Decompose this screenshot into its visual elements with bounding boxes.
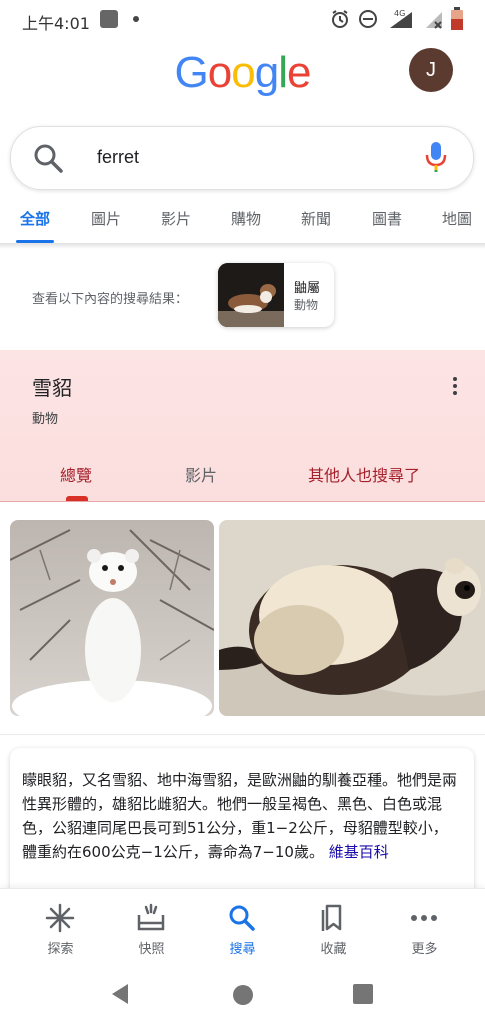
- wikipedia-link[interactable]: 維基百科: [329, 843, 389, 861]
- nav-discover-label: 探索: [47, 942, 74, 957]
- search-icon[interactable]: [33, 143, 63, 173]
- tab-books[interactable]: 圖書: [372, 208, 402, 229]
- bottom-navigation: 探索 快照 搜尋 收藏 更多: [0, 888, 485, 967]
- network-type-label: 4G: [394, 9, 405, 18]
- status-time: 上午4:01: [22, 14, 90, 33]
- ferret-image-white[interactable]: [10, 520, 214, 716]
- notification-app-icon: [100, 10, 118, 28]
- entity-chip[interactable]: 鼬屬 動物: [218, 263, 334, 327]
- status-bar: 上午4:01 4G: [0, 0, 485, 40]
- nav-discover[interactable]: 探索: [12, 889, 109, 967]
- notification-dot-icon: [133, 16, 139, 22]
- tab-all[interactable]: 全部: [20, 208, 50, 229]
- kp-tab-videos[interactable]: 影片: [185, 462, 217, 486]
- nav-more[interactable]: 更多: [376, 889, 473, 967]
- recent-apps-icon[interactable]: [352, 983, 374, 1005]
- description-body: 矇眼貂，又名雪貂、地中海雪貂，是歐洲鼬的馴養亞種。牠們是兩性異形體的，雄貂比雌貂…: [22, 771, 458, 861]
- battery-icon: [451, 7, 463, 30]
- see-results-label: 查看以下內容的搜尋結果：: [32, 292, 189, 307]
- search-icon: [229, 905, 255, 931]
- more-options-icon[interactable]: [446, 374, 464, 396]
- nav-snapshot[interactable]: 快照: [103, 889, 200, 967]
- entity-thumbnail: [218, 263, 284, 327]
- more-horizontal-icon: [411, 915, 437, 921]
- kp-tab-overview[interactable]: 總覽: [60, 462, 92, 486]
- nav-search-label: 搜尋: [229, 942, 256, 957]
- nav-snapshot-label: 快照: [138, 942, 165, 957]
- nav-collections-label: 收藏: [320, 942, 347, 957]
- section-divider: [0, 734, 485, 735]
- knowledge-panel-title: 雪貂: [32, 376, 72, 400]
- kp-divider: [0, 501, 485, 502]
- account-avatar[interactable]: J: [409, 48, 453, 92]
- do-not-disturb-icon: [359, 10, 377, 28]
- cellular-signal-icon: 4G: [390, 9, 412, 28]
- bookmark-icon: [321, 904, 342, 931]
- nav-collections[interactable]: 收藏: [285, 889, 382, 967]
- search-box[interactable]: ferret: [10, 126, 474, 190]
- search-tabs: 全部 圖片 影片 購物 新聞 圖書 地圖: [0, 200, 485, 244]
- knowledge-panel-subtitle: 動物: [32, 412, 59, 427]
- asterisk-icon: [45, 903, 75, 933]
- tab-news[interactable]: 新聞: [301, 208, 331, 229]
- back-icon[interactable]: [108, 982, 132, 1006]
- microphone-icon[interactable]: [425, 141, 447, 173]
- system-navigation: [0, 966, 485, 1024]
- alarm-icon: [332, 10, 348, 28]
- tab-maps[interactable]: 地圖: [442, 208, 472, 229]
- tab-shopping[interactable]: 購物: [231, 208, 261, 229]
- ferret-image-sable[interactable]: [219, 520, 485, 716]
- kp-tab-people-also-search[interactable]: 其他人也搜尋了: [308, 462, 420, 486]
- tab-images[interactable]: 圖片: [91, 208, 121, 229]
- tabs-divider: [0, 243, 485, 249]
- wifi-signal-icon: [426, 12, 442, 29]
- nav-more-label: 更多: [411, 942, 438, 957]
- home-icon[interactable]: [232, 984, 254, 1006]
- entity-name: 鼬屬: [294, 281, 321, 296]
- snapshot-icon: [137, 903, 165, 931]
- search-input[interactable]: ferret: [97, 147, 139, 168]
- entity-type: 動物: [294, 298, 319, 312]
- nav-search[interactable]: 搜尋: [194, 889, 291, 967]
- description-text: 矇眼貂，又名雪貂、地中海雪貂，是歐洲鼬的馴養亞種。牠們是兩性異形體的，雄貂比雌貂…: [22, 768, 462, 864]
- tab-videos[interactable]: 影片: [161, 208, 191, 229]
